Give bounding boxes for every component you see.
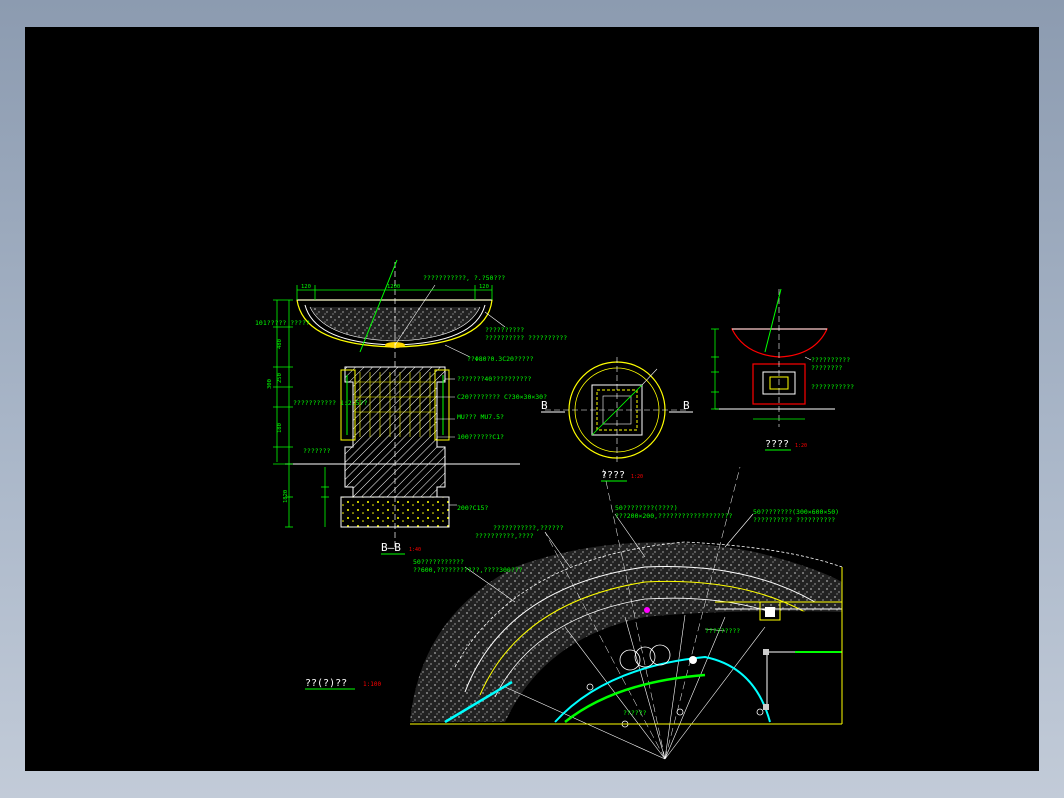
note: ??????????? bbox=[811, 383, 854, 391]
detail-scale: 1:20 bbox=[631, 474, 643, 480]
note: C20???????? C?30×30×30? bbox=[457, 393, 547, 401]
note: ??Φ80?0.3C20????? bbox=[467, 355, 534, 363]
note: ??600,???????????,????300??? bbox=[413, 566, 523, 574]
note: 101????? ????? bbox=[255, 319, 310, 327]
note: ??????????,???? bbox=[475, 532, 534, 540]
note: ?????? bbox=[623, 709, 647, 717]
dim-label: 120 bbox=[301, 284, 311, 290]
section-mark: B bbox=[683, 399, 690, 412]
elevation: ?????????? ???????? ??????????? ???? 1:2… bbox=[711, 288, 854, 451]
elev-title: ???? bbox=[765, 439, 789, 450]
elev-scale: 1:20 bbox=[795, 443, 807, 449]
note: ?????????? bbox=[811, 356, 850, 364]
dim-label: 1820 bbox=[283, 490, 289, 503]
note: 50????????(????) bbox=[615, 504, 678, 512]
note: ???????40?????????? bbox=[457, 375, 531, 383]
section-b-b: ???????????, ?.?50??? ?????????? ???????… bbox=[255, 259, 567, 555]
note: ??????????? 1:2.5?? bbox=[293, 399, 367, 407]
note: ?????????? bbox=[485, 326, 524, 334]
note: 200?C15? bbox=[457, 504, 488, 512]
note: ?????????? ?????????? bbox=[485, 334, 567, 342]
plan-scale: 1:100 bbox=[363, 681, 381, 688]
dim-label: 120 bbox=[479, 284, 489, 290]
dim-label: 480 bbox=[277, 339, 283, 349]
note: ????????? bbox=[705, 627, 740, 635]
note: ?????????? ?????????? bbox=[753, 516, 835, 524]
section-title: B—B bbox=[381, 541, 401, 554]
dim-label: 1200 bbox=[387, 284, 400, 290]
note: MU??? MU7.5? bbox=[457, 413, 504, 421]
note: ???????? bbox=[811, 364, 842, 372]
cad-drawing: ???????????, ?.?50??? ?????????? ???????… bbox=[255, 259, 854, 760]
circle-detail: B B ???? 1:20 bbox=[541, 357, 693, 482]
note: ??????? bbox=[303, 447, 330, 455]
section-mark: B bbox=[541, 399, 548, 412]
note: ???????????,?????? bbox=[493, 524, 564, 532]
note: 50????????(300×600×50) bbox=[753, 508, 839, 516]
plan-title: ??(?)?? bbox=[305, 678, 347, 689]
section-scale: 1:40 bbox=[409, 547, 421, 553]
note: 50??????????? bbox=[413, 558, 464, 566]
dim-label: 180 bbox=[277, 423, 283, 433]
cad-viewport[interactable]: ???????????, ?.?50??? ?????????? ???????… bbox=[25, 27, 1039, 771]
note: ???????????, ?.?50??? bbox=[423, 274, 505, 282]
dim-label: 250 bbox=[277, 373, 283, 383]
note: 100??????C1? bbox=[457, 433, 504, 441]
note: ???200×200,??????????????????? bbox=[615, 512, 732, 520]
dim-label: 300 bbox=[267, 379, 273, 389]
